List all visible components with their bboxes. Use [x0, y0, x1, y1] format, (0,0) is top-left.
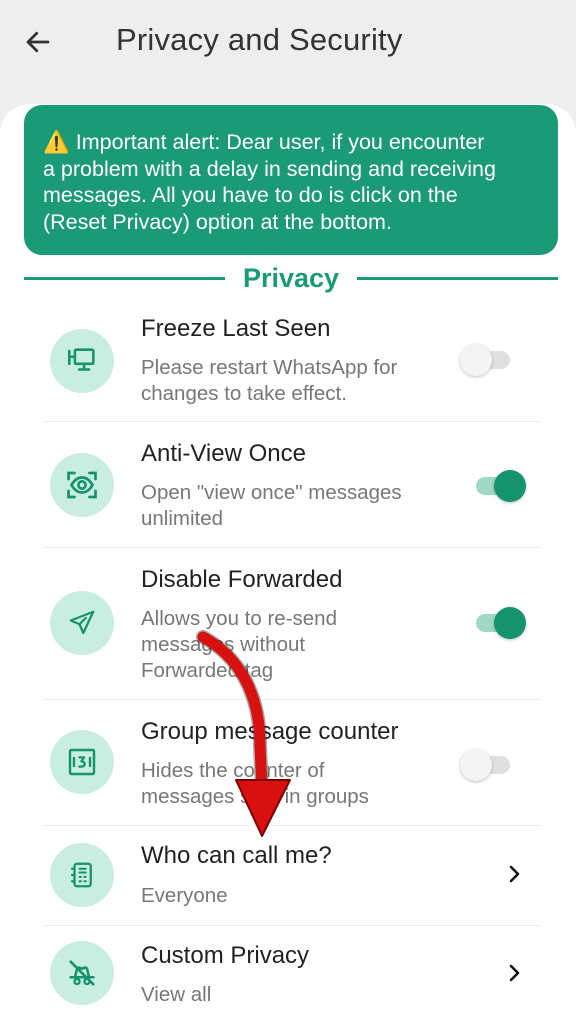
setting-title: Disable Forwarded [141, 566, 343, 593]
subtitle-line: Allows you to re-send [141, 607, 337, 630]
subtitle-line: View all [141, 983, 212, 1006]
setting-who-can-call-me[interactable]: Who can call me? Everyone [44, 826, 540, 926]
subtitle-line: messages without [141, 633, 306, 656]
anti-view-once-toggle[interactable] [472, 464, 526, 506]
setting-subtitle: Allows you to re-send messages without F… [141, 606, 451, 684]
subtitle-line: Forwarded tag [141, 659, 274, 682]
subtitle-line: Please restart WhatsApp for [141, 356, 398, 379]
alert-line: ⚠️ Important alert: Dear user, if you en… [43, 130, 485, 154]
freeze-last-seen-toggle[interactable] [460, 338, 514, 380]
back-button[interactable] [18, 22, 58, 62]
subtitle-line: Everyone [141, 884, 228, 907]
setting-disable-forwarded[interactable]: Disable Forwarded Allows you to re-send … [44, 548, 540, 700]
top-app-bar: Privacy and Security [0, 0, 576, 100]
setting-icon-wrap [50, 591, 114, 655]
monitor-icon [67, 348, 95, 371]
divider [24, 276, 225, 280]
setting-subtitle: Open "view once" messages unlimited [141, 480, 451, 532]
setting-anti-view-once[interactable]: Anti-View Once Open "view once" messages… [44, 422, 540, 548]
setting-icon-wrap [50, 730, 114, 794]
setting-title: Custom Privacy [141, 942, 310, 969]
arrow-left-icon [26, 31, 50, 53]
setting-subtitle: Hides the counter of messages sent in gr… [141, 758, 451, 810]
disable-forwarded-toggle[interactable] [472, 601, 526, 643]
setting-icon-wrap [50, 329, 114, 393]
setting-custom-privacy[interactable]: Custom Privacy View all [44, 926, 540, 1024]
setting-subtitle: Please restart WhatsApp for changes to t… [141, 355, 451, 407]
toggle-knob [460, 344, 492, 376]
toggle-knob [494, 470, 526, 502]
subtitle-line: Hides the counter of [141, 759, 325, 782]
counter-icon [68, 748, 96, 776]
subtitle-line: unlimited [141, 507, 224, 530]
setting-title: Freeze Last Seen [141, 315, 331, 342]
toggle-knob [494, 607, 526, 639]
subtitle-line: messages sent in groups [141, 785, 369, 808]
setting-subtitle: Everyone [141, 883, 451, 909]
divider [357, 276, 558, 280]
hidden-icon [69, 960, 95, 986]
setting-title: Group message counter [141, 718, 399, 745]
phone-book-icon [70, 862, 92, 888]
section-header-privacy: Privacy [24, 258, 558, 298]
setting-subtitle: View all [141, 982, 451, 1008]
setting-icon-wrap [50, 843, 114, 907]
chevron-right-icon [509, 865, 520, 883]
alert-line: messages. All you have to do is click on… [43, 183, 458, 207]
group-message-counter-toggle[interactable] [460, 743, 514, 785]
subtitle-line: Open "view once" messages [141, 481, 402, 504]
important-alert: ⚠️ Important alert: Dear user, if you en… [24, 105, 558, 255]
setting-group-message-counter[interactable]: Group message counter Hides the counter … [44, 700, 540, 826]
page-title: Privacy and Security [116, 22, 403, 57]
chevron-right-icon [509, 964, 520, 982]
setting-icon-wrap [50, 453, 114, 517]
alert-line: (Reset Privacy) option at the bottom. [43, 209, 392, 234]
section-title: Privacy [242, 262, 340, 293]
alert-line: a problem with a delay in sending and re… [43, 156, 496, 181]
setting-freeze-last-seen[interactable]: Freeze Last Seen Please restart WhatsApp… [44, 300, 540, 422]
subtitle-line: changes to take effect. [141, 382, 347, 405]
setting-title: Anti-View Once [141, 440, 306, 467]
setting-title: Who can call me? [141, 842, 332, 869]
eye-scan-icon [67, 471, 97, 499]
send-icon [69, 610, 95, 635]
setting-icon-wrap [50, 941, 114, 1005]
toggle-knob [460, 749, 492, 781]
